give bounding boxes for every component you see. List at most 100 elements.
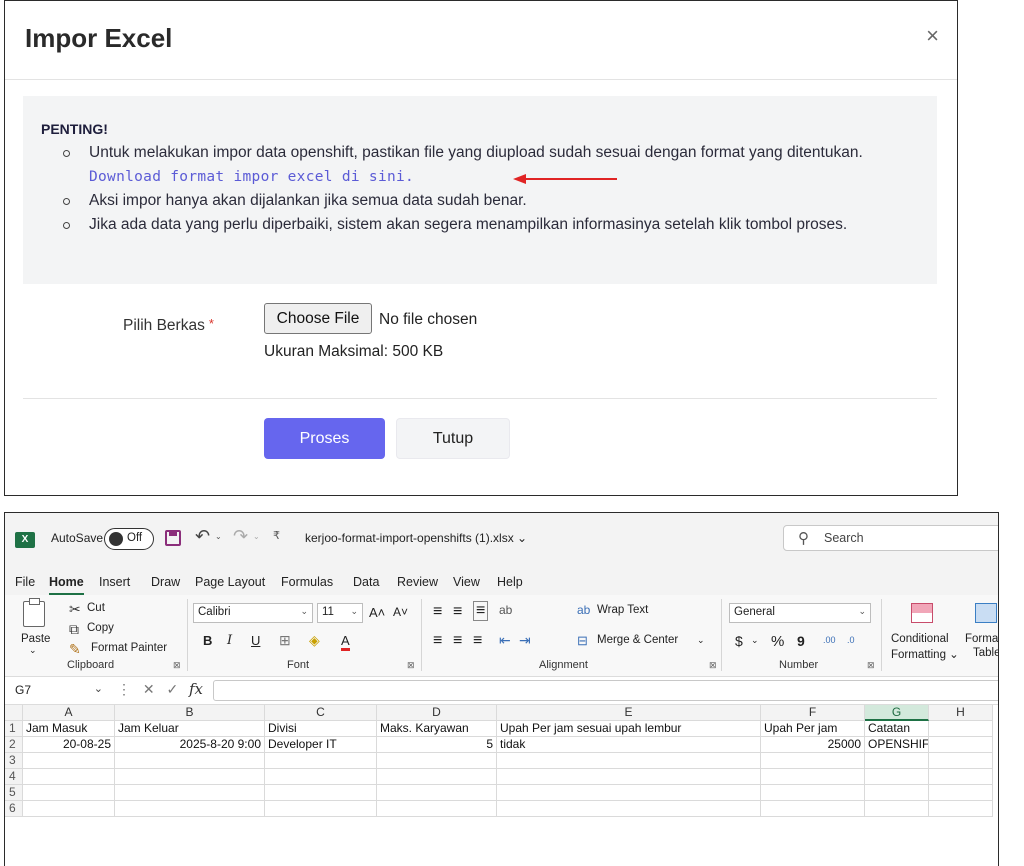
bold-icon[interactable]: B: [203, 633, 212, 648]
cell-h4[interactable]: [929, 769, 993, 785]
cell-d2[interactable]: 5: [377, 737, 497, 753]
cell-d5[interactable]: [377, 785, 497, 801]
save-icon[interactable]: [165, 530, 181, 546]
paste-icon[interactable]: [23, 598, 45, 627]
cell-b5[interactable]: [115, 785, 265, 801]
cell-c4[interactable]: [265, 769, 377, 785]
paste-button[interactable]: Paste: [21, 633, 50, 645]
cell-g2[interactable]: OPENSHIFT: [865, 737, 929, 753]
tab-home[interactable]: Home: [49, 575, 84, 595]
cell-g5[interactable]: [865, 785, 929, 801]
cell-b1[interactable]: Jam Keluar: [115, 721, 265, 737]
decrease-decimal-icon[interactable]: .0: [847, 635, 855, 645]
column-header-g[interactable]: G: [865, 705, 929, 721]
row-header-5[interactable]: 5: [5, 785, 23, 801]
alignment-launcher-icon[interactable]: ⊠: [709, 660, 717, 671]
align-left-icon[interactable]: ≡: [433, 632, 442, 650]
conditional-formatting-icon[interactable]: [911, 603, 933, 623]
customize-toolbar-icon[interactable]: ₹: [273, 529, 280, 542]
currency-icon[interactable]: $: [735, 633, 743, 649]
column-header-e[interactable]: E: [497, 705, 761, 721]
undo-icon[interactable]: ↶: [195, 526, 210, 547]
fill-color-icon[interactable]: ◈: [309, 632, 320, 649]
name-box[interactable]: G7 ⌄: [13, 680, 103, 700]
cell-b3[interactable]: [115, 753, 265, 769]
cell-g1[interactable]: Catatan: [865, 721, 929, 737]
format-table-button[interactable]: Forma: [965, 633, 998, 645]
file-name[interactable]: kerjoo-format-import-openshifts (1).xlsx…: [305, 531, 527, 545]
cell-e5[interactable]: [497, 785, 761, 801]
cancel-icon[interactable]: ✕: [143, 681, 155, 697]
paste-dropdown-icon[interactable]: ⌄: [29, 645, 37, 656]
undo-dropdown-icon[interactable]: ⌄: [215, 532, 222, 541]
copy-button[interactable]: Copy: [87, 622, 114, 634]
cell-g3[interactable]: [865, 753, 929, 769]
cell-d3[interactable]: [377, 753, 497, 769]
format-painter-icon[interactable]: ✎: [69, 641, 81, 657]
italic-icon[interactable]: I: [227, 633, 232, 648]
close-button[interactable]: Tutup: [396, 418, 510, 459]
cell-e1[interactable]: Upah Per jam sesuai upah lembur: [497, 721, 761, 737]
decrease-indent-icon[interactable]: ⇤: [499, 632, 511, 649]
copy-icon[interactable]: ⧉: [69, 621, 79, 637]
tab-file[interactable]: File: [15, 575, 35, 589]
row-header-1[interactable]: 1: [5, 721, 23, 737]
font-name-select[interactable]: Calibri ⌄: [193, 603, 313, 623]
cell-e2[interactable]: tidak: [497, 737, 761, 753]
enter-icon[interactable]: ✓: [167, 681, 179, 697]
cell-f1[interactable]: Upah Per jam: [761, 721, 865, 737]
merge-dropdown-icon[interactable]: ⌄: [697, 635, 705, 646]
close-icon[interactable]: ×: [926, 25, 939, 47]
currency-dropdown-icon[interactable]: ⌄: [751, 635, 759, 646]
insert-function-icon[interactable]: fx: [189, 680, 203, 698]
cell-b2[interactable]: 2025-8-20 9:00: [115, 737, 265, 753]
wrap-text-button[interactable]: Wrap Text: [597, 604, 648, 616]
number-format-select[interactable]: General ⌄: [729, 603, 871, 623]
align-center-icon[interactable]: ≡: [453, 632, 462, 650]
tab-insert[interactable]: Insert: [99, 575, 130, 589]
cell-e3[interactable]: [497, 753, 761, 769]
cell-f3[interactable]: [761, 753, 865, 769]
cell-a4[interactable]: [23, 769, 115, 785]
tab-view[interactable]: View: [453, 575, 480, 589]
clipboard-launcher-icon[interactable]: ⊠: [173, 660, 181, 671]
row-header-6[interactable]: 6: [5, 801, 23, 817]
column-header-c[interactable]: C: [265, 705, 377, 721]
cell-h1[interactable]: [929, 721, 993, 737]
shrink-font-icon[interactable]: A˅: [393, 605, 408, 619]
increase-decimal-icon[interactable]: .00: [823, 635, 836, 645]
select-all-corner[interactable]: [5, 705, 23, 721]
merge-icon[interactable]: ⊟: [577, 633, 588, 649]
underline-icon[interactable]: U: [251, 633, 260, 648]
cell-b4[interactable]: [115, 769, 265, 785]
format-table-icon[interactable]: [975, 603, 997, 623]
autosave-toggle[interactable]: Off: [104, 528, 154, 550]
cell-c1[interactable]: Divisi: [265, 721, 377, 737]
column-header-d[interactable]: D: [377, 705, 497, 721]
column-header-b[interactable]: B: [115, 705, 265, 721]
align-right-icon[interactable]: ≡: [473, 632, 482, 650]
number-launcher-icon[interactable]: ⊠: [867, 660, 875, 671]
redo-dropdown-icon[interactable]: ⌄: [253, 532, 260, 541]
cell-e4[interactable]: [497, 769, 761, 785]
cell-h5[interactable]: [929, 785, 993, 801]
format-painter-button[interactable]: Format Painter: [91, 642, 167, 654]
percent-icon[interactable]: %: [771, 633, 784, 650]
row-header-4[interactable]: 4: [5, 769, 23, 785]
cell-a1[interactable]: Jam Masuk: [23, 721, 115, 737]
cell-g6[interactable]: [865, 801, 929, 817]
formula-input[interactable]: [213, 680, 998, 701]
cell-f2[interactable]: 25000: [761, 737, 865, 753]
cell-g4[interactable]: [865, 769, 929, 785]
cell-f6[interactable]: [761, 801, 865, 817]
row-header-2[interactable]: 2: [5, 737, 23, 753]
font-color-icon[interactable]: A: [341, 633, 350, 651]
font-launcher-icon[interactable]: ⊠: [407, 660, 415, 671]
column-header-a[interactable]: A: [23, 705, 115, 721]
choose-file-button[interactable]: Choose File: [264, 303, 372, 334]
cell-h6[interactable]: [929, 801, 993, 817]
tab-page-layout[interactable]: Page Layout: [195, 575, 265, 589]
download-format-link[interactable]: Download format impor excel di sini.: [89, 169, 414, 185]
font-size-select[interactable]: 11 ⌄: [317, 603, 363, 623]
merge-center-button[interactable]: Merge & Center: [597, 634, 678, 646]
